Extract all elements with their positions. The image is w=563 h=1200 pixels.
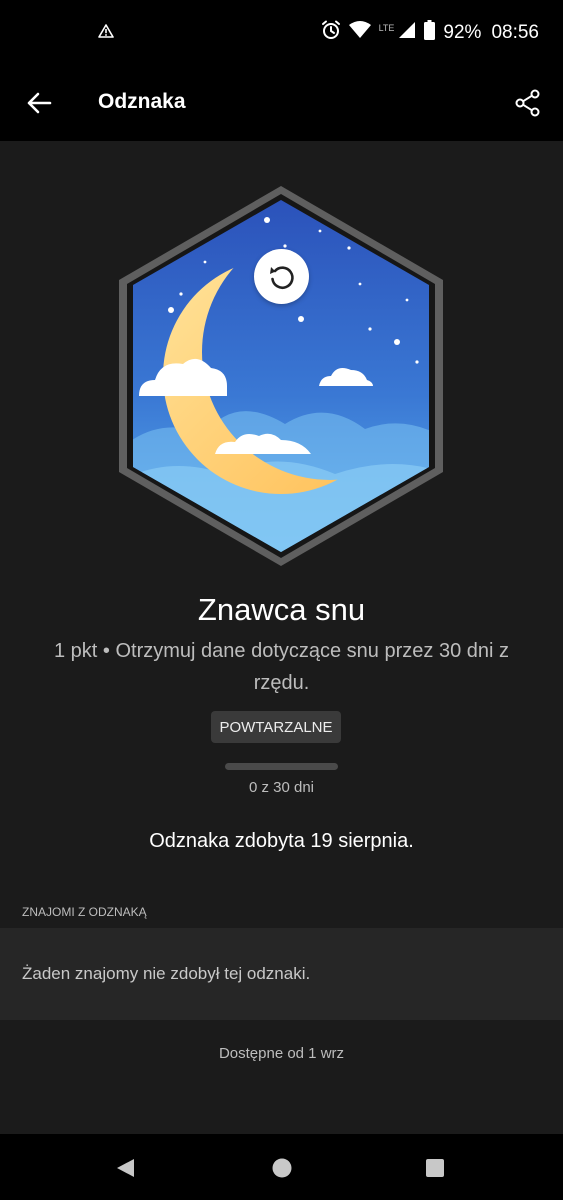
friends-section-header: ZNAJOMI Z ODZNAKĄ [22, 905, 147, 919]
alarm-icon [321, 20, 341, 46]
availability-date: Dostępne od 1 wrz [218, 1045, 345, 1062]
friends-list: Żaden znajomy nie zdobył tej odznaki. [0, 928, 563, 1020]
signal-icon [398, 21, 416, 45]
battery-icon [424, 20, 436, 46]
badge-description: 1 pkt • Otrzymuj dane dotyczące snu prze… [54, 640, 509, 694]
status-bar: LTE 92% 08:56 [0, 0, 563, 64]
share-icon [515, 89, 540, 117]
clock: 08:56 [491, 22, 539, 43]
progress-text: 0 z 30 dni [248, 779, 315, 796]
arrow-left-icon [27, 92, 52, 114]
badge-image [115, 184, 447, 568]
repeatable-badge-tag: POWTARZALNE [211, 711, 341, 743]
badge-name: Znawca snu [197, 592, 366, 627]
friends-empty-message: Żaden znajomy nie zdobył tej odznaki. [22, 964, 311, 983]
square-recents-icon [426, 1159, 444, 1177]
nav-home-button[interactable] [270, 1156, 294, 1180]
page-title: Odznaka [98, 90, 186, 113]
sleep-badge-illustration [119, 186, 443, 566]
wifi-icon [348, 21, 371, 45]
badge-earned-date: Odznaka zdobyta 19 sierpnia. [149, 830, 414, 852]
battery-percent: 92% [443, 22, 482, 43]
app-bar: Odznaka [0, 64, 563, 141]
nav-recents-button[interactable] [423, 1156, 447, 1180]
replay-icon [269, 265, 294, 289]
network-type-label: LTE [378, 23, 395, 33]
system-navigation-bar [0, 1134, 563, 1200]
replay-animation-button[interactable] [254, 249, 309, 304]
progress-bar [225, 763, 338, 770]
circle-home-icon [272, 1158, 292, 1178]
warning-icon [98, 24, 114, 43]
nav-back-button[interactable] [113, 1156, 137, 1180]
back-button[interactable] [22, 86, 56, 120]
share-button[interactable] [509, 84, 547, 122]
triangle-back-icon [117, 1159, 134, 1177]
